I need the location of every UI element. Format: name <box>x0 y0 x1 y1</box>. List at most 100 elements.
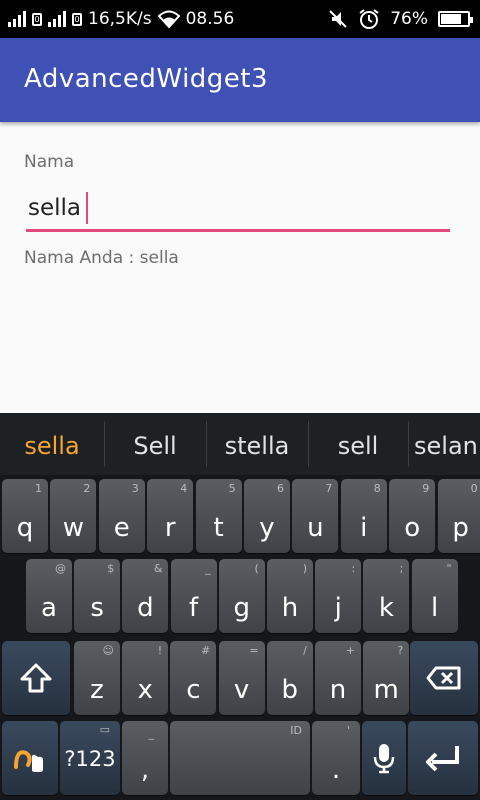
key-y[interactable]: 6y <box>244 479 290 553</box>
key-n[interactable]: + n <box>315 641 361 715</box>
key-s[interactable]: $ s <box>74 559 121 633</box>
key-label: t <box>213 513 224 543</box>
suggestion-item[interactable]: Sell <box>105 413 205 475</box>
key-label: y <box>259 513 275 543</box>
key-label: p <box>452 513 469 543</box>
key-hint: 4 <box>180 482 188 495</box>
mute-icon <box>329 10 347 28</box>
period-key[interactable]: ' . <box>312 721 360 795</box>
key-label: s <box>90 593 104 623</box>
key-label: v <box>233 675 250 705</box>
key-g[interactable]: (g <box>218 559 265 633</box>
nama-label: Nama <box>24 152 75 172</box>
key-hint: # <box>201 644 211 657</box>
key-d[interactable]: & d <box>122 559 169 633</box>
key-label: f <box>189 593 199 623</box>
key-b[interactable]: / b <box>266 641 313 715</box>
key-hint: 9 <box>422 482 430 495</box>
key-hint: 2 <box>83 482 91 495</box>
key-j[interactable]: :j <box>315 559 362 633</box>
key-hint: / <box>303 644 307 657</box>
key-k[interactable]: ; k <box>363 559 410 633</box>
key-z[interactable]: ☺ z <box>74 641 120 715</box>
key-w[interactable]: 2w <box>50 479 97 553</box>
key-f[interactable]: _ f <box>170 559 217 633</box>
result-text: Nama Anda : sella <box>24 248 179 268</box>
key-label: q <box>16 513 34 543</box>
key-v[interactable]: = v <box>218 641 265 715</box>
key-q[interactable]: 1q <box>2 479 48 553</box>
enter-icon <box>426 746 459 772</box>
key-label: b <box>281 675 299 705</box>
key-label: k <box>378 593 394 623</box>
key-label: o <box>404 513 421 543</box>
key-hint: " <box>446 562 452 575</box>
key-label: d <box>137 593 154 623</box>
key-hint: ! <box>157 644 163 657</box>
key-hint: 8 <box>373 482 381 495</box>
key-hint: = <box>249 644 259 657</box>
signal-icon <box>8 11 26 27</box>
key-hint: : <box>351 562 356 575</box>
key-hint: 1 <box>35 482 42 495</box>
shift-key[interactable] <box>2 641 70 715</box>
backspace-icon <box>426 666 461 690</box>
symbols-key[interactable]: ▭ ?123 <box>60 721 120 795</box>
app-bar: AdvancedWidget3 <box>0 38 480 122</box>
microphone-icon <box>373 744 395 774</box>
app-title: AdvancedWidget3 <box>24 64 269 94</box>
suggestion-item[interactable]: stella <box>207 413 307 475</box>
key-label: e <box>113 513 130 543</box>
key-o[interactable]: 9o <box>389 479 436 553</box>
key-label: j <box>334 593 342 623</box>
main-content: Nama Nama Anda : sella <box>0 122 480 413</box>
key-c[interactable]: # c <box>170 641 217 715</box>
key-hint: ; <box>399 562 404 575</box>
suggestion-item[interactable]: sell <box>309 413 407 475</box>
key-label: c <box>186 675 201 705</box>
network-speed: 16,5K/s <box>88 9 152 29</box>
comma-key[interactable]: _ , <box>122 721 168 795</box>
signal-icon <box>48 11 66 27</box>
key-p[interactable]: 0p <box>437 479 480 553</box>
alarm-icon <box>359 9 379 29</box>
key-r[interactable]: 4r <box>147 479 194 553</box>
key-hint: 6 <box>277 482 284 495</box>
battery-icon <box>438 11 473 27</box>
soft-keyboard: sella Sell stella sell selan 1q2w3e4r5t6… <box>0 413 480 800</box>
key-hint: ☺ <box>102 644 114 657</box>
nama-input[interactable] <box>26 186 450 232</box>
voice-input-key[interactable] <box>362 721 406 795</box>
status-bar: 0 0 16,5K/s 08.56 76% <box>0 0 480 38</box>
key-hint: 7 <box>325 482 333 495</box>
suggestion-item[interactable]: sella <box>0 413 104 475</box>
clock: 08.56 <box>185 9 235 29</box>
key-hint: ) <box>302 562 307 575</box>
backspace-key[interactable] <box>410 641 478 715</box>
key-label: n <box>329 675 347 705</box>
enter-key[interactable] <box>408 721 478 795</box>
key-hint: 0 <box>470 482 478 495</box>
space-key[interactable]: ID <box>170 721 310 795</box>
key-label: a <box>41 593 57 623</box>
key-label: g <box>233 593 251 623</box>
key-label: h <box>281 593 299 623</box>
key-m[interactable]: ? m <box>363 641 410 715</box>
key-e[interactable]: 3e <box>98 479 145 553</box>
key-x[interactable]: ! x <box>122 641 169 715</box>
shift-icon <box>20 663 52 693</box>
key-t[interactable]: 5t <box>195 479 242 553</box>
swype-icon <box>14 750 43 772</box>
suggestion-item[interactable]: selan <box>414 413 480 475</box>
key-u[interactable]: 7u <box>292 479 339 553</box>
key-hint: _ <box>205 562 211 575</box>
key-hint: ? <box>397 644 404 657</box>
key-label: u <box>307 513 324 543</box>
language-key[interactable] <box>2 721 58 795</box>
key-i[interactable]: 8i <box>340 479 387 553</box>
key-a[interactable]: @ a <box>26 559 72 633</box>
sim-icon: 0 <box>32 12 42 26</box>
key-l[interactable]: " l <box>411 559 458 633</box>
key-hint: 5 <box>228 482 236 495</box>
key-h[interactable]: ) h <box>267 559 313 633</box>
